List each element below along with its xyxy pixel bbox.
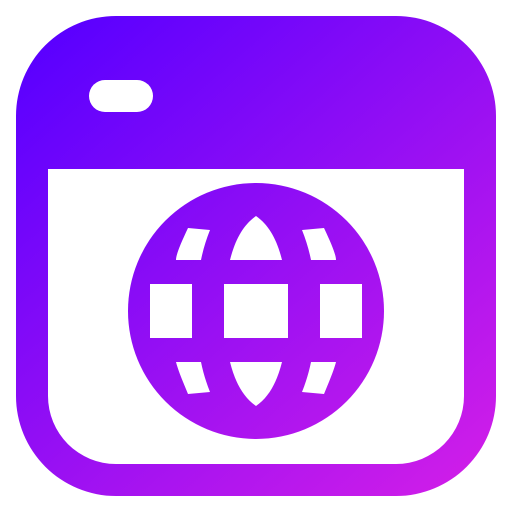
- icon-canvas: [0, 0, 512, 512]
- globe-cutout: [320, 284, 362, 338]
- window-dot-pill: [89, 80, 153, 112]
- globe-cutouts: [150, 216, 362, 406]
- globe-cutout: [150, 284, 192, 338]
- globe-cutout: [224, 284, 288, 338]
- globe-icon: [128, 183, 384, 439]
- browser-globe-icon: [16, 16, 496, 496]
